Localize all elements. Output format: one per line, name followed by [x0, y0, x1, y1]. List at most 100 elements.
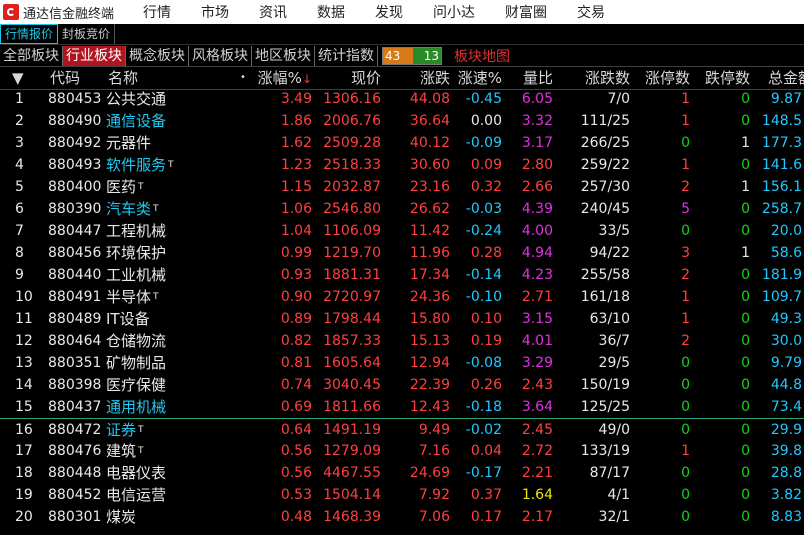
cell-pct: 1.15 [280, 179, 312, 195]
menu-item-discover[interactable]: 发现 [360, 2, 418, 22]
menu-item-quotes[interactable]: 行情 [128, 2, 186, 22]
tab-limit-auction[interactable]: 封板竞价 [58, 24, 116, 44]
menu-item-ask[interactable]: 问小达 [418, 2, 490, 22]
cell-change: 24.69 [409, 465, 450, 481]
cell-seq: 17 [15, 443, 33, 459]
tab-concept-boards[interactable]: 概念板块 [126, 46, 189, 66]
cell-name: 医疗保健 [106, 374, 166, 396]
cell-limit-up: 1 [681, 311, 690, 327]
table-row[interactable]: 1 880453 公共交通 3.49 1306.16 44.08 -0.45 6.05 7/0 1… [0, 88, 804, 110]
cell-speed: 0.26 [470, 377, 502, 393]
header-limit-up[interactable]: 涨停数 [636, 67, 690, 89]
board-map-button[interactable]: 板块地图 [454, 46, 510, 66]
header-code[interactable]: 代码 [50, 67, 80, 89]
cell-price: 2006.76 [323, 113, 381, 129]
cell-updown: 32/1 [598, 509, 630, 525]
table-row[interactable]: 8 880456 环境保护 0.99 1219.70 11.96 0.28 4.94 94/22… [0, 242, 804, 264]
table-row[interactable]: 3 880492 元器件 1.62 2509.28 40.12 -0.09 3.17 266/2… [0, 132, 804, 154]
table-row[interactable]: 16 880472 证券 T 0.64 1491.19 9.49 -0.02 2.45 49/0 0… [0, 418, 804, 440]
cell-total: 258.7 [761, 201, 802, 217]
header-updown[interactable]: 涨跌数 [570, 67, 630, 89]
tag-marker: T [138, 182, 144, 192]
table-row[interactable]: 2 880490 通信设备 1.86 2006.76 36.64 0.00 3.32 111/2… [0, 110, 804, 132]
cell-code: 880301 [48, 509, 102, 525]
table-row[interactable]: 10 880491 半导体 T 0.90 2720.97 24.36 -0.10 2.71 161… [0, 286, 804, 308]
tab-stat-index[interactable]: 统计指数 [315, 46, 378, 66]
cell-code: 880440 [48, 267, 102, 283]
table-row[interactable]: 17 880476 建筑 T 0.56 1279.09 7.16 0.04 2.72 133/19… [0, 440, 804, 462]
cell-seq: 16 [15, 422, 33, 438]
tab-region-boards[interactable]: 地区板块 [252, 46, 315, 66]
cell-total: 9.79 [770, 355, 802, 371]
tab-style-boards[interactable]: 风格板块 [189, 46, 252, 66]
header-speed[interactable]: 涨速% [452, 67, 502, 89]
cell-name: 汽车类 T [106, 198, 159, 220]
cell-price: 1468.39 [323, 509, 381, 525]
header-name[interactable]: 名称 [108, 67, 138, 89]
header-change[interactable]: 涨跌 [390, 67, 450, 89]
table-row[interactable]: 5 880400 医药 T 1.15 2032.87 23.16 0.32 2.66 257/30… [0, 176, 804, 198]
table-row[interactable]: 14 880398 医疗保健 0.74 3040.45 22.39 0.26 2.43 150/… [0, 374, 804, 396]
cell-total: 30.0 [770, 333, 802, 349]
cell-code: 880398 [48, 377, 102, 393]
header-limit-down[interactable]: 跌停数 [696, 67, 750, 89]
table-row[interactable]: 19 880452 电信运营 0.53 1504.14 7.92 0.37 1.64 4/1 0 0… [0, 484, 804, 506]
tab-quotes[interactable]: 行情报价 [0, 24, 59, 44]
cell-updown: 255/58 [580, 267, 630, 283]
cell-speed: 0.04 [470, 443, 502, 459]
cell-code: 880476 [48, 443, 102, 459]
cell-limit-up: 0 [681, 355, 690, 371]
cell-name-text: 半导体 [106, 288, 152, 306]
cell-change: 30.60 [409, 157, 450, 173]
board-tab-bar: 全部板块 行业板块 概念板块 风格板块 地区板块 统计指数 43 13 板块地图 [0, 44, 804, 67]
table-row[interactable]: 12 880464 仓储物流 0.82 1857.33 15.13 0.19 4.01 36/7… [0, 330, 804, 352]
menu-item-market[interactable]: 市场 [186, 2, 244, 22]
cell-price: 1219.70 [323, 245, 381, 261]
menu-item-news[interactable]: 资讯 [244, 2, 302, 22]
header-sort-icon[interactable]: ▼ [12, 67, 24, 89]
table-row[interactable]: 20 880301 煤炭 0.48 1468.39 7.06 0.17 2.17 32/1 0 0 8… [0, 506, 804, 528]
cell-updown: 125/25 [580, 399, 630, 415]
cell-vol-ratio: 3.17 [521, 135, 553, 151]
cell-seq: 9 [15, 267, 24, 283]
cell-name: 证券 T [106, 419, 144, 441]
cell-seq: 5 [15, 179, 24, 195]
cell-price: 3040.45 [323, 377, 381, 393]
header-pct[interactable]: 涨幅%↓ [250, 67, 312, 89]
table-row[interactable]: 11 880489 IT设备 0.89 1798.44 15.80 0.10 3.15 63/1… [0, 308, 804, 330]
table-row[interactable]: 15 880437 通用机械 0.69 1811.66 12.43 -0.18 3.64 125… [0, 396, 804, 418]
cell-limit-down: 0 [741, 509, 750, 525]
header-total[interactable]: 总金额 [768, 67, 804, 89]
cell-seq: 19 [15, 487, 33, 503]
table-row[interactable]: 9 880440 工业机械 0.93 1881.31 17.34 -0.14 4.23 255/… [0, 264, 804, 286]
tab-all-boards[interactable]: 全部板块 [0, 46, 63, 66]
cell-name: 工业机械 [106, 264, 166, 286]
cell-speed: -0.45 [465, 91, 502, 107]
cell-change: 15.13 [409, 333, 450, 349]
cell-vol-ratio: 3.64 [521, 399, 553, 415]
table-row[interactable]: 4 880493 软件服务 T 1.23 2518.33 30.60 0.09 2.80 259/… [0, 154, 804, 176]
cell-total: 39.8 [770, 443, 802, 459]
cell-name: 通用机械 [106, 396, 166, 418]
table-row[interactable]: 18 880448 电器仪表 0.56 4467.55 24.69 -0.17 2.21 87/… [0, 462, 804, 484]
tag-marker: T [138, 425, 144, 435]
header-price[interactable]: 现价 [320, 67, 381, 89]
cell-change: 11.42 [409, 223, 450, 239]
table-row[interactable]: 6 880390 汽车类 T 1.06 2546.80 26.62 -0.03 4.39 240/… [0, 198, 804, 220]
menu-item-trade[interactable]: 交易 [562, 2, 620, 22]
tag-marker: T [138, 446, 144, 456]
menu-item-data[interactable]: 数据 [302, 2, 360, 22]
cell-change: 7.92 [418, 487, 450, 503]
cell-change: 40.12 [409, 135, 450, 151]
cell-total: 148.5 [761, 113, 802, 129]
cell-code: 880390 [48, 201, 102, 217]
menu-item-wealth[interactable]: 财富圈 [490, 2, 562, 22]
cell-name: 通信设备 [106, 110, 166, 132]
cell-speed: -0.24 [465, 223, 502, 239]
header-vol-ratio[interactable]: 量比 [510, 67, 553, 89]
tab-industry-boards[interactable]: 行业板块 [63, 46, 126, 66]
cell-limit-down: 0 [741, 91, 750, 107]
table-row[interactable]: 7 880447 工程机械 1.04 1106.09 11.42 -0.24 4.00 33/5… [0, 220, 804, 242]
cell-total: 181.9 [761, 267, 802, 283]
table-row[interactable]: 13 880351 矿物制品 0.81 1605.64 12.94 -0.08 3.29 29/… [0, 352, 804, 374]
